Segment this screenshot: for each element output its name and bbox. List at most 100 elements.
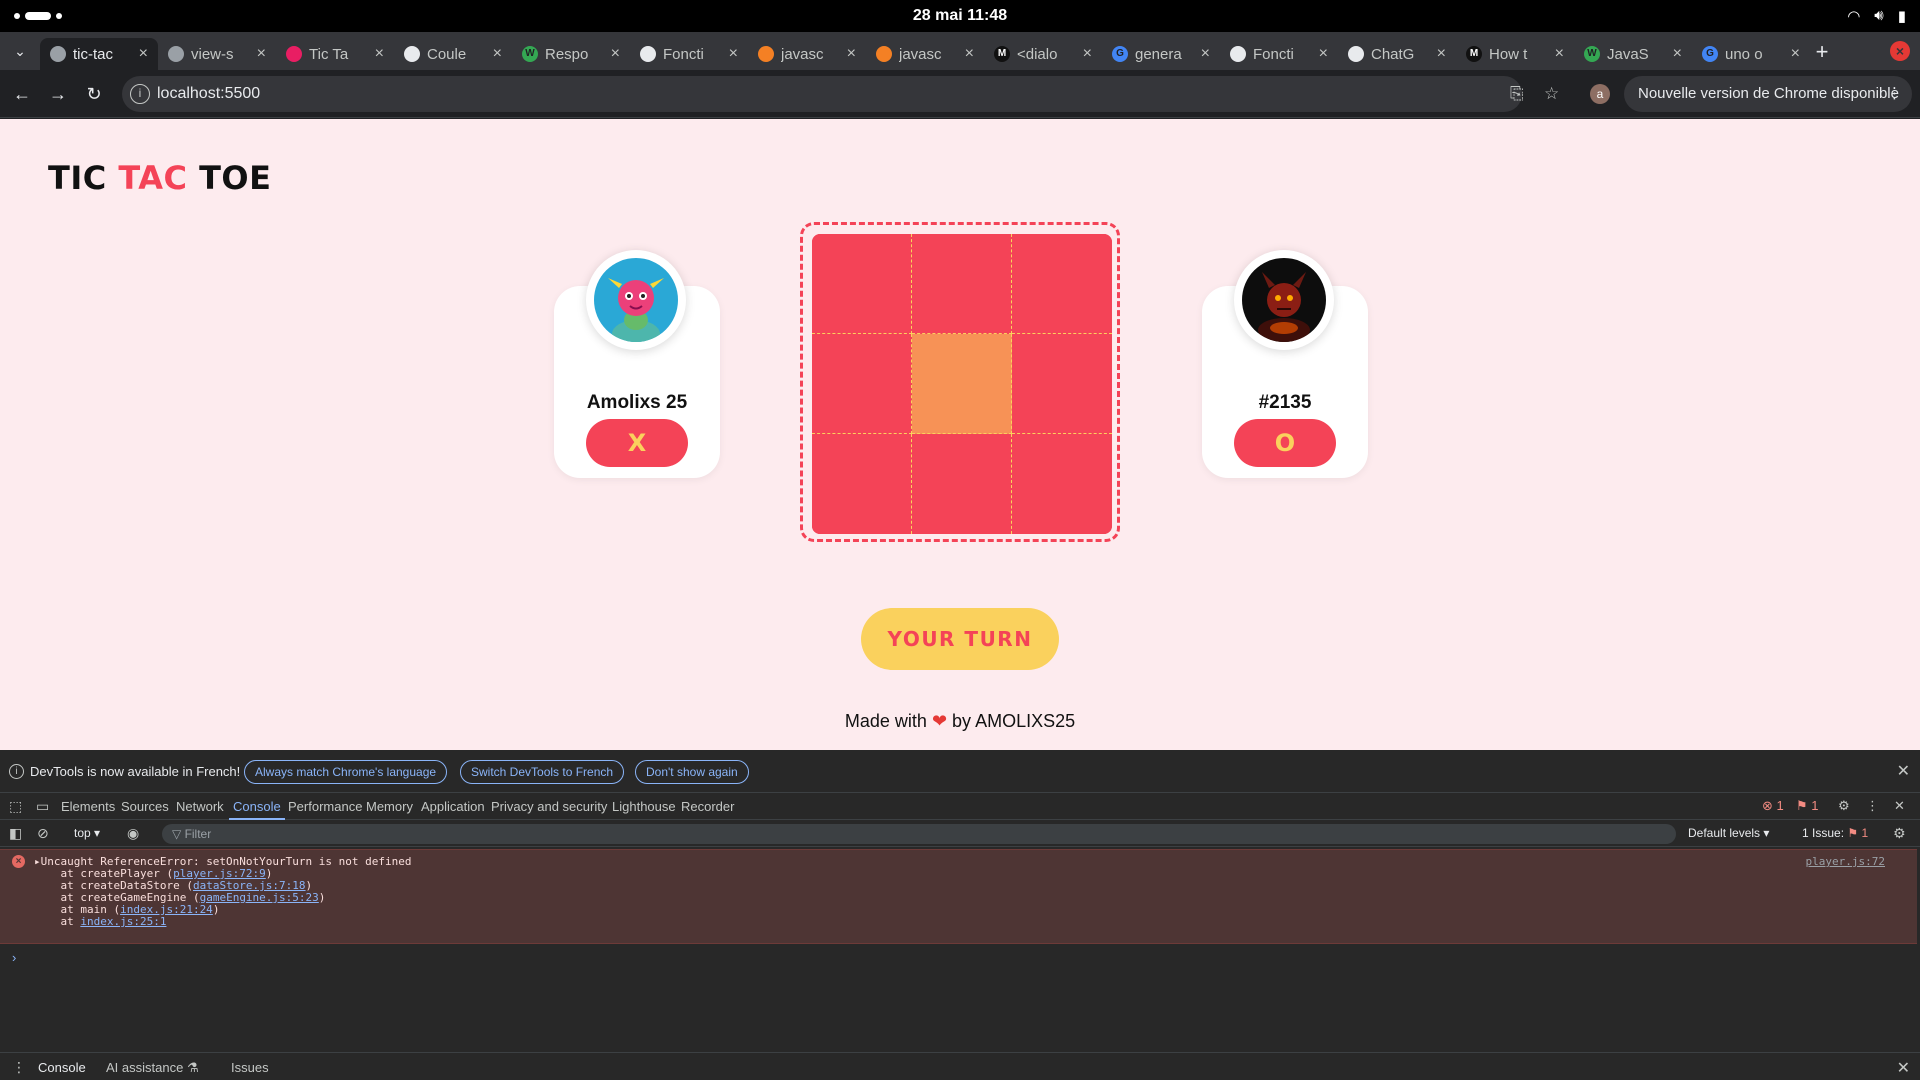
board-cell-4[interactable] [812,334,912,434]
switch-to-french-button[interactable]: Switch DevTools to French [460,760,625,784]
tab-close-icon[interactable]: × [611,45,620,63]
title-toe: TOE [199,159,272,197]
error-source-link[interactable]: player.js:72 [1806,855,1885,868]
tab-close-icon[interactable]: × [1437,45,1446,63]
tab-close-icon[interactable]: × [729,45,738,63]
settings-gear-icon[interactable]: ⚙ [1838,798,1850,814]
devtools-tab-privacy-and-security[interactable]: Privacy and security [491,799,607,814]
live-expression-eye-icon[interactable]: ◉ [127,825,139,842]
system-tray[interactable]: ◠ 🔊︎ ▮ [1847,7,1906,25]
device-toolbar-icon[interactable]: ▭ [36,798,49,815]
url-text[interactable]: localhost:5500 [157,85,260,103]
browser-tab[interactable]: ChatG × [1338,38,1456,70]
board-cell-3[interactable] [1012,234,1112,334]
tab-search-chevron-icon[interactable]: ⌄ [8,39,32,63]
drawer-tab-issues[interactable]: Issues [231,1060,269,1075]
tab-close-icon[interactable]: × [257,45,266,63]
devtools-menu-icon[interactable]: ⋮ [1866,798,1879,814]
browser-tab[interactable]: M How t × [1456,38,1574,70]
devtools-tab-network[interactable]: Network [176,799,224,814]
devtools-tab-lighthouse[interactable]: Lighthouse [612,799,676,814]
devtools-tab-performance[interactable]: Performance [288,799,362,814]
close-banner-icon[interactable]: ✕ [1897,761,1910,781]
browser-tab[interactable]: W JavaS × [1574,38,1692,70]
console-prompt[interactable]: › [12,950,16,965]
browser-tab[interactable]: Guno o × [1692,38,1810,70]
tab-close-icon[interactable]: × [1319,45,1328,63]
sidebar-toggle-icon[interactable]: ◧ [9,825,22,842]
match-language-button[interactable]: Always match Chrome's language [244,760,448,784]
address-bar[interactable]: i localhost:5500 ⎘ ☆ [122,76,1559,112]
profile-avatar[interactable]: a [1590,84,1610,104]
devtools-tab-application[interactable]: Application [421,799,485,814]
turn-indicator: YOUR TURN [861,608,1059,670]
browser-tab[interactable]: Ggenera × [1102,38,1220,70]
devtools-tab-recorder[interactable]: Recorder [681,799,734,814]
stack-source-link[interactable]: index.js:25:1 [80,915,166,928]
new-tab-button[interactable]: + [1808,38,1836,66]
log-levels-dropdown[interactable]: Default levels ▾ [1688,826,1769,840]
issues-button[interactable]: 1 Issue: ⚑ 1 [1802,826,1868,840]
back-arrow-icon[interactable]: ← [10,82,34,106]
devtools-tab-console[interactable]: Console [229,799,285,820]
error-count-badge[interactable]: ⊗ 1 [1762,798,1784,813]
browser-tab[interactable]: W Respo × [512,38,630,70]
tab-close-icon[interactable]: × [1201,45,1210,63]
game-title: TIC TAC TOE [48,159,271,197]
board-cell-8[interactable] [912,434,1012,534]
browser-tab[interactable]: view-s × [158,38,276,70]
context-selector[interactable]: top ▾ [74,826,100,840]
board-cell-6[interactable] [1012,334,1112,434]
tab-close-icon[interactable]: × [847,45,856,63]
bookmark-star-icon[interactable]: ☆ [1544,84,1559,104]
browser-tab[interactable]: tic-tac × [40,38,158,70]
drawer-tab-ai-assistance[interactable]: AI assistance ⚗ [106,1060,199,1076]
tab-favicon-icon [286,46,302,62]
close-devtools-icon[interactable]: ✕ [1894,798,1905,814]
warning-count-badge[interactable]: ⚑ 1 [1796,798,1819,813]
tab-close-icon[interactable]: × [1791,45,1800,63]
inspect-element-icon[interactable]: ⬚ [9,798,22,815]
board-cell-2[interactable] [912,234,1012,334]
board-cell-5[interactable] [912,334,1012,434]
devtools-tab-memory[interactable]: Memory [366,799,413,814]
tab-favicon-icon [758,46,774,62]
browser-tab[interactable]: M <dialo × [984,38,1102,70]
browser-tab[interactable]: javasc × [866,38,984,70]
devtools-tab-sources[interactable]: Sources [121,799,169,814]
window-close-button[interactable]: × [1890,41,1910,61]
tab-favicon-icon [404,46,420,62]
tab-close-icon[interactable]: × [1555,45,1564,63]
kebab-menu-icon[interactable]: ⋮ [1887,76,1902,112]
tab-close-icon[interactable]: × [493,45,502,63]
browser-tab[interactable]: javasc × [748,38,866,70]
console-filter-input[interactable]: ▽ Filter [162,824,1676,844]
banner-message: DevTools is now available in French! [30,764,241,779]
drawer-tab-console[interactable]: Console [38,1060,86,1075]
clear-console-icon[interactable]: ⊘ [37,825,49,842]
tab-close-icon[interactable]: × [1673,45,1682,63]
tab-close-icon[interactable]: × [1083,45,1092,63]
translate-icon[interactable]: ⎘ [1510,84,1524,104]
browser-tab[interactable]: Foncti × [630,38,748,70]
close-drawer-icon[interactable]: ✕ [1897,1058,1910,1078]
site-info-icon[interactable]: i [130,84,150,104]
reload-icon[interactable]: ↻ [82,82,106,106]
browser-tab[interactable]: Foncti × [1220,38,1338,70]
chrome-update-button[interactable]: Nouvelle version de Chrome disponible ⋮ [1624,76,1912,112]
drawer-menu-icon[interactable]: ⋮ [12,1059,26,1076]
browser-tab[interactable]: Tic Ta × [276,38,394,70]
tab-close-icon[interactable]: × [375,45,384,63]
os-clock[interactable]: 28 mai 11:48 [0,7,1920,25]
tab-close-icon[interactable]: × [139,45,148,63]
browser-tab[interactable]: Coule × [394,38,512,70]
console-settings-icon[interactable]: ⚙ [1893,825,1906,842]
board-cell-9[interactable] [1012,434,1112,534]
tab-close-icon[interactable]: × [965,45,974,63]
board-cell-1[interactable] [812,234,912,334]
forward-arrow-icon[interactable]: → [46,82,70,106]
dont-show-again-button[interactable]: Don't show again [635,760,749,784]
devtools-tab-elements[interactable]: Elements [61,799,115,814]
board-cell-7[interactable] [812,434,912,534]
devtools-drawer: ⋮ Console AI assistance ⚗ Issues ✕ [0,1052,1920,1080]
